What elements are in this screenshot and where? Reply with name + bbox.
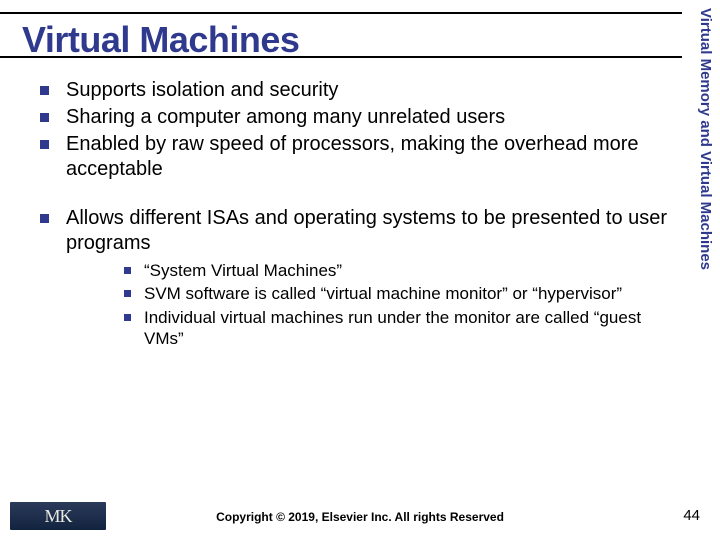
spacer	[34, 184, 672, 206]
copyright-text: Copyright © 2019, Elsevier Inc. All righ…	[0, 510, 720, 524]
slide: Virtual Machines Virtual Memory and Virt…	[0, 0, 720, 540]
title-band: Virtual Machines	[0, 12, 682, 58]
sub-bullet-item: Individual virtual machines run under th…	[120, 307, 672, 350]
bullet-item: Sharing a computer among many unrelated …	[34, 105, 672, 130]
sub-bullet-list: “System Virtual Machines” SVM software i…	[120, 260, 672, 349]
bullet-list: Supports isolation and security Sharing …	[34, 78, 672, 182]
bullet-item: Supports isolation and security	[34, 78, 672, 103]
page-number: 44	[683, 507, 700, 524]
bullet-item: Enabled by raw speed of processors, maki…	[34, 132, 672, 182]
content-area: Supports isolation and security Sharing …	[34, 78, 672, 351]
section-label: Virtual Memory and Virtual Machines	[690, 8, 714, 272]
side-tab: Virtual Memory and Virtual Machines	[682, 0, 720, 280]
sub-bullet-item: SVM software is called “virtual machine …	[120, 283, 672, 304]
slide-title: Virtual Machines	[22, 19, 299, 61]
bullet-list: Allows different ISAs and operating syst…	[34, 206, 672, 349]
bullet-text: Allows different ISAs and operating syst…	[66, 207, 667, 254]
bullet-item: Allows different ISAs and operating syst…	[34, 206, 672, 349]
sub-bullet-item: “System Virtual Machines”	[120, 260, 672, 281]
